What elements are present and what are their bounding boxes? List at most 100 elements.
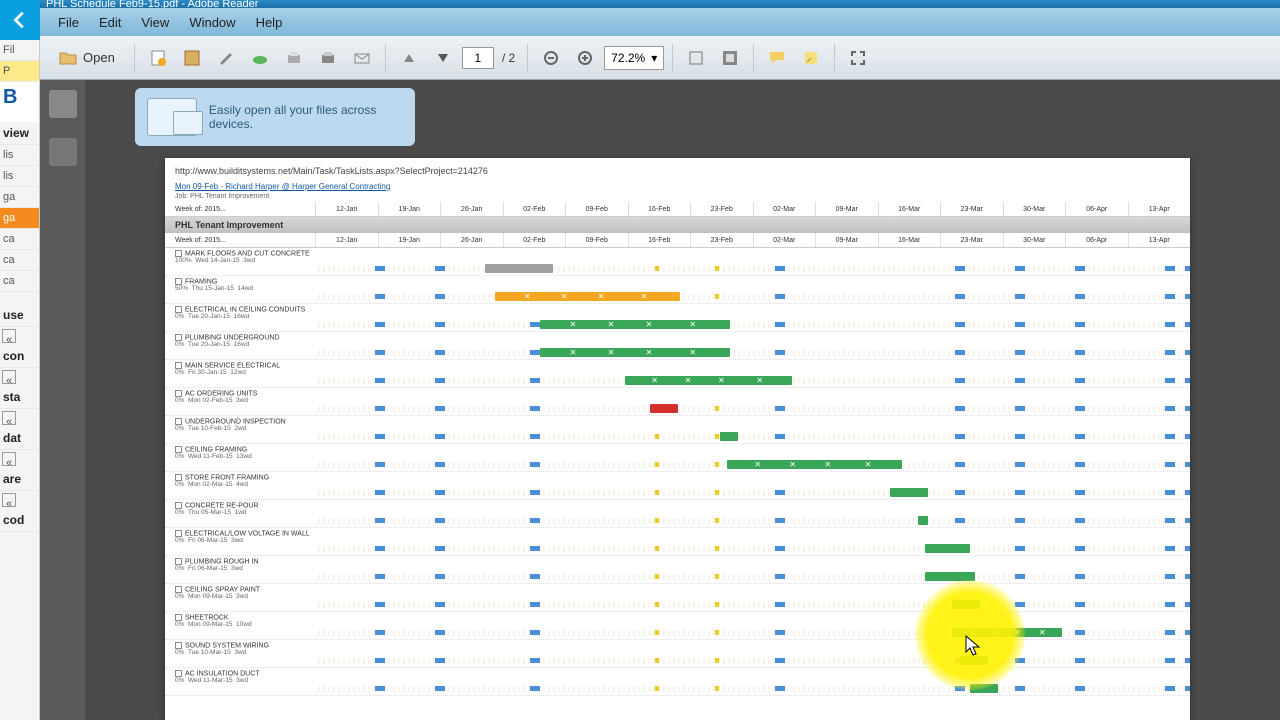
task-checkbox[interactable] (175, 446, 182, 453)
task-checkbox[interactable] (175, 278, 182, 285)
page-down-icon[interactable] (428, 43, 458, 73)
gantt-bar: ✕✕✕✕ (540, 348, 730, 357)
browser-back-button[interactable] (0, 0, 40, 40)
gantt-bar (925, 544, 970, 553)
comment-icon[interactable] (762, 43, 792, 73)
task-checkbox[interactable] (175, 250, 182, 257)
menu-bar: File Edit View Window Help (40, 8, 1280, 36)
zoom-select[interactable]: 72.2%▾ (604, 46, 664, 70)
date-column: 19-Jan (378, 233, 441, 247)
task-row: AC ORDERING UNITS0% Mon 02-Feb-15 3wd (165, 388, 1190, 416)
sign-icon[interactable] (211, 43, 241, 73)
task-row: FRAMING50% Thu 15-Jan-15 14wd✕✕✕✕ (165, 276, 1190, 304)
date-column: 26-Jan (440, 202, 503, 216)
task-checkbox[interactable] (175, 306, 182, 313)
gantt-bar (918, 516, 928, 525)
page-total-label: / 2 (498, 51, 519, 65)
date-column: 19-Jan (378, 202, 441, 216)
date-column: 02-Feb (503, 202, 566, 216)
date-column: 23-Feb (690, 233, 753, 247)
window-titlebar: PHL Schedule Feb9-15.pdf - Adobe Reader (40, 0, 1280, 8)
task-row: SHEETROCK0% Mon 09-Mar-15 10wd✕✕✕✕ (165, 612, 1190, 640)
date-column: 13-Apr (1128, 202, 1191, 216)
create-pdf-icon[interactable] (143, 43, 173, 73)
fullscreen-icon[interactable] (843, 43, 873, 73)
date-column: 16-Mar (878, 202, 941, 216)
task-checkbox[interactable] (175, 670, 182, 677)
task-row: AC INSULATION DUCT0% Wed 11-Mar-15 3wd (165, 668, 1190, 696)
print2-icon[interactable] (313, 43, 343, 73)
pdf-subheader: Job: PHL Tenant Improvement (165, 193, 1190, 202)
fit-width-icon[interactable] (681, 43, 711, 73)
date-column: 30-Mar (1003, 202, 1066, 216)
date-column: 16-Mar (878, 233, 941, 247)
gantt-bar: ✕✕✕✕ (495, 292, 680, 301)
task-row: STORE FRONT FRAMING0% Mon 02-Mar-15 4wd (165, 472, 1190, 500)
task-checkbox[interactable] (175, 614, 182, 621)
task-row: UNDERGROUND INSPECTION0% Tue 10-Feb-15 2… (165, 416, 1190, 444)
menu-file[interactable]: File (48, 15, 89, 30)
task-checkbox[interactable] (175, 530, 182, 537)
devices-icon (147, 98, 197, 136)
document-area: Easily open all your files across device… (40, 80, 1280, 720)
doc-sidebar (40, 80, 85, 720)
date-column: 13-Apr (1128, 233, 1191, 247)
menu-edit[interactable]: Edit (89, 15, 131, 30)
print-icon[interactable] (279, 43, 309, 73)
date-column: 23-Mar (940, 233, 1003, 247)
date-column: 09-Mar (815, 233, 878, 247)
zoom-out-icon[interactable] (536, 43, 566, 73)
task-checkbox[interactable] (175, 418, 182, 425)
cloud-icon[interactable] (245, 43, 275, 73)
task-row: MAIN SERVICE ELECTRICAL0% Fri 30-Jan-15 … (165, 360, 1190, 388)
task-checkbox[interactable] (175, 362, 182, 369)
email-icon[interactable] (347, 43, 377, 73)
date-column: 02-Mar (753, 202, 816, 216)
week-label-2: Week of: 2015... (165, 233, 315, 247)
date-column: 16-Feb (628, 233, 691, 247)
week-label: Week of: 2015... (165, 202, 315, 216)
project-title-band: PHL Tenant Improvement (165, 217, 1190, 233)
task-row: SOUND SYSTEM WIRING0% Tue 10-Mar-15 3wd (165, 640, 1190, 668)
open-button[interactable]: Open (48, 43, 126, 73)
date-column: 30-Mar (1003, 233, 1066, 247)
cursor-icon (965, 635, 983, 659)
date-column: 09-Mar (815, 202, 878, 216)
task-checkbox[interactable] (175, 558, 182, 565)
zoom-in-icon[interactable] (570, 43, 600, 73)
gantt-bar (890, 488, 928, 497)
task-row: PLUMBING UNDERGROUND0% Tue 20-Jan-15 16w… (165, 332, 1190, 360)
fit-page-icon[interactable] (715, 43, 745, 73)
menu-view[interactable]: View (131, 15, 179, 30)
task-checkbox[interactable] (175, 390, 182, 397)
menu-window[interactable]: Window (179, 15, 245, 30)
date-column: 06-Apr (1065, 233, 1128, 247)
task-row: CEILING FRAMING0% Wed 11-Feb-15 13wd✕✕✕✕ (165, 444, 1190, 472)
task-row: CEILING SPRAY PAINT0% Mon 09-Mar-15 3wd (165, 584, 1190, 612)
gantt-bar: ✕✕✕✕ (727, 460, 902, 469)
task-checkbox[interactable] (175, 642, 182, 649)
highlight-icon[interactable] (796, 43, 826, 73)
task-checkbox[interactable] (175, 334, 182, 341)
task-checkbox[interactable] (175, 586, 182, 593)
task-row: ELECTRICAL IN CEILING CONDUITS0% Tue 20-… (165, 304, 1190, 332)
date-column: 23-Feb (690, 202, 753, 216)
attachments-tab-icon[interactable] (49, 138, 77, 166)
task-row: ELECTRICAL/LOW VOLTAGE IN WALL0% Fri 06-… (165, 528, 1190, 556)
gantt-bar (485, 264, 553, 273)
save-icon[interactable] (177, 43, 207, 73)
thumbnails-tab-icon[interactable] (49, 90, 77, 118)
task-checkbox[interactable] (175, 474, 182, 481)
left-background-panel: Fil P B view lis lis ga ga ca ca ca use … (0, 40, 40, 720)
menu-help[interactable]: Help (246, 15, 293, 30)
date-column: 06-Apr (1065, 202, 1128, 216)
date-column: 16-Feb (628, 202, 691, 216)
page-number-input[interactable] (462, 47, 494, 69)
cloud-banner[interactable]: Easily open all your files across device… (135, 88, 415, 146)
date-column: 02-Mar (753, 233, 816, 247)
page-up-icon[interactable] (394, 43, 424, 73)
banner-text: Easily open all your files across device… (209, 103, 403, 131)
toolbar: Open / 2 72.2%▾ (40, 36, 1280, 80)
task-checkbox[interactable] (175, 502, 182, 509)
pdf-url-text: http://www.builditsystems.net/Main/Task/… (165, 158, 1190, 180)
